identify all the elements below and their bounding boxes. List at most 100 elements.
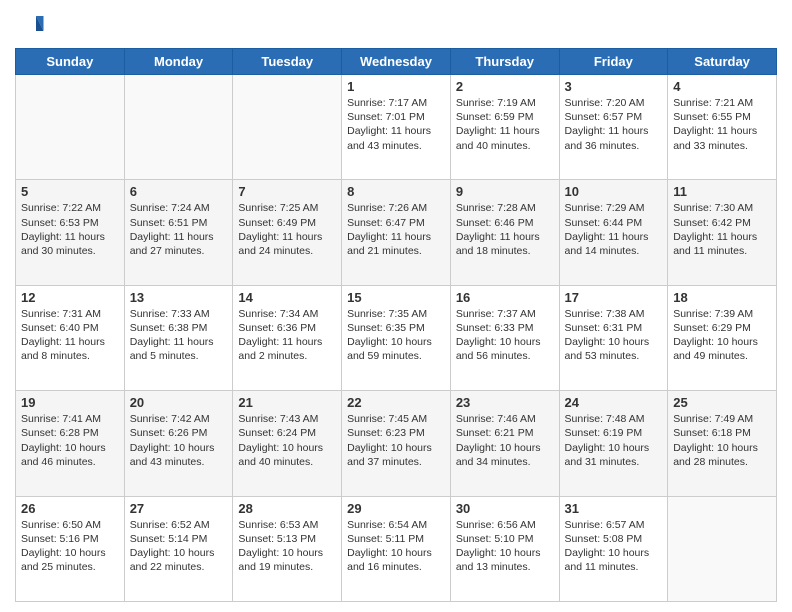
calendar-cell-4-0: 26 Sunrise: 6:50 AM Sunset: 5:16 PM Dayli… [16, 496, 125, 601]
day-info: Sunrise: 7:49 AM Sunset: 6:18 PM Dayligh… [673, 412, 771, 469]
day-info: Sunrise: 7:25 AM Sunset: 6:49 PM Dayligh… [238, 201, 336, 258]
day-info: Sunrise: 7:39 AM Sunset: 6:29 PM Dayligh… [673, 307, 771, 364]
day-info: Sunrise: 6:50 AM Sunset: 5:16 PM Dayligh… [21, 518, 119, 575]
calendar-cell-2-3: 15Sunrise: 7:35 AM Sunset: 6:35 PM Dayli… [342, 285, 451, 390]
day-number: 5 [21, 184, 119, 199]
day-info: Sunrise: 7:28 AM Sunset: 6:46 PM Dayligh… [456, 201, 554, 258]
calendar-cell-0-6: 4 Sunrise: 7:21 AM Sunset: 6:55 PM Daylig… [668, 75, 777, 180]
logo-icon [15, 10, 45, 40]
weekday-sunday: Sunday [16, 49, 125, 75]
day-number: 28 [238, 501, 336, 516]
day-info: Sunrise: 7:45 AM Sunset: 6:23 PM Dayligh… [347, 412, 445, 469]
weekday-thursday: Thursday [450, 49, 559, 75]
calendar-cell-3-4: 23 Sunrise: 7:46 AM Sunset: 6:21 PM Dayli… [450, 391, 559, 496]
calendar-cell-3-1: 20 Sunrise: 7:42 AM Sunset: 6:26 PM Dayli… [124, 391, 233, 496]
calendar-cell-0-0 [16, 75, 125, 180]
calendar-cell-0-2 [233, 75, 342, 180]
day-info: Sunrise: 7:26 AM Sunset: 6:47 PM Dayligh… [347, 201, 445, 258]
day-number: 20 [130, 395, 228, 410]
day-number: 18 [673, 290, 771, 305]
day-number: 11 [673, 184, 771, 199]
header [15, 10, 777, 40]
day-number: 1 [347, 79, 445, 94]
weekday-tuesday: Tuesday [233, 49, 342, 75]
calendar-cell-3-6: 25 Sunrise: 7:49 AM Sunset: 6:18 PM Dayli… [668, 391, 777, 496]
calendar-cell-2-5: 17 Sunrise: 7:38 AM Sunset: 6:31 PM Dayli… [559, 285, 668, 390]
day-info: Sunrise: 7:42 AM Sunset: 6:26 PM Dayligh… [130, 412, 228, 469]
calendar-cell-3-3: 22Sunrise: 7:45 AM Sunset: 6:23 PM Dayli… [342, 391, 451, 496]
calendar-cell-4-5: 31 Sunrise: 6:57 AM Sunset: 5:08 PM Dayli… [559, 496, 668, 601]
weekday-wednesday: Wednesday [342, 49, 451, 75]
day-number: 26 [21, 501, 119, 516]
calendar-cell-2-0: 12 Sunrise: 7:31 AM Sunset: 6:40 PM Dayli… [16, 285, 125, 390]
week-row-4: 26 Sunrise: 6:50 AM Sunset: 5:16 PM Dayli… [16, 496, 777, 601]
day-number: 7 [238, 184, 336, 199]
calendar-cell-1-3: 8 Sunrise: 7:26 AM Sunset: 6:47 PM Daylig… [342, 180, 451, 285]
weekday-saturday: Saturday [668, 49, 777, 75]
day-info: Sunrise: 7:24 AM Sunset: 6:51 PM Dayligh… [130, 201, 228, 258]
day-number: 19 [21, 395, 119, 410]
day-info: Sunrise: 7:30 AM Sunset: 6:42 PM Dayligh… [673, 201, 771, 258]
day-info: Sunrise: 7:38 AM Sunset: 6:31 PM Dayligh… [565, 307, 663, 364]
calendar-cell-4-3: 29Sunrise: 6:54 AM Sunset: 5:11 PM Dayli… [342, 496, 451, 601]
calendar-cell-1-2: 7 Sunrise: 7:25 AM Sunset: 6:49 PM Daylig… [233, 180, 342, 285]
day-info: Sunrise: 7:20 AM Sunset: 6:57 PM Dayligh… [565, 96, 663, 153]
day-info: Sunrise: 7:48 AM Sunset: 6:19 PM Dayligh… [565, 412, 663, 469]
day-number: 21 [238, 395, 336, 410]
calendar-cell-1-6: 11 Sunrise: 7:30 AM Sunset: 6:42 PM Dayli… [668, 180, 777, 285]
day-info: Sunrise: 6:56 AM Sunset: 5:10 PM Dayligh… [456, 518, 554, 575]
day-info: Sunrise: 6:57 AM Sunset: 5:08 PM Dayligh… [565, 518, 663, 575]
weekday-header-row: SundayMondayTuesdayWednesdayThursdayFrid… [16, 49, 777, 75]
calendar-cell-1-5: 10 Sunrise: 7:29 AM Sunset: 6:44 PM Dayli… [559, 180, 668, 285]
day-number: 25 [673, 395, 771, 410]
calendar-cell-0-4: 2 Sunrise: 7:19 AM Sunset: 6:59 PM Daylig… [450, 75, 559, 180]
calendar-cell-2-4: 16Sunrise: 7:37 AM Sunset: 6:33 PM Dayli… [450, 285, 559, 390]
day-info: Sunrise: 7:19 AM Sunset: 6:59 PM Dayligh… [456, 96, 554, 153]
weekday-friday: Friday [559, 49, 668, 75]
day-number: 29 [347, 501, 445, 516]
calendar-cell-4-4: 30 Sunrise: 6:56 AM Sunset: 5:10 PM Dayli… [450, 496, 559, 601]
day-number: 17 [565, 290, 663, 305]
day-info: Sunrise: 7:33 AM Sunset: 6:38 PM Dayligh… [130, 307, 228, 364]
day-number: 30 [456, 501, 554, 516]
day-info: Sunrise: 7:41 AM Sunset: 6:28 PM Dayligh… [21, 412, 119, 469]
week-row-2: 12 Sunrise: 7:31 AM Sunset: 6:40 PM Dayli… [16, 285, 777, 390]
day-number: 9 [456, 184, 554, 199]
calendar-cell-1-0: 5 Sunrise: 7:22 AM Sunset: 6:53 PM Daylig… [16, 180, 125, 285]
day-info: Sunrise: 7:46 AM Sunset: 6:21 PM Dayligh… [456, 412, 554, 469]
day-number: 14 [238, 290, 336, 305]
day-number: 3 [565, 79, 663, 94]
day-number: 4 [673, 79, 771, 94]
week-row-0: 1 Sunrise: 7:17 AM Sunset: 7:01 PM Daylig… [16, 75, 777, 180]
calendar-cell-1-1: 6Sunrise: 7:24 AM Sunset: 6:51 PM Daylig… [124, 180, 233, 285]
calendar-cell-2-2: 14Sunrise: 7:34 AM Sunset: 6:36 PM Dayli… [233, 285, 342, 390]
week-row-1: 5 Sunrise: 7:22 AM Sunset: 6:53 PM Daylig… [16, 180, 777, 285]
day-info: Sunrise: 7:43 AM Sunset: 6:24 PM Dayligh… [238, 412, 336, 469]
day-number: 10 [565, 184, 663, 199]
day-info: Sunrise: 6:52 AM Sunset: 5:14 PM Dayligh… [130, 518, 228, 575]
day-info: Sunrise: 7:35 AM Sunset: 6:35 PM Dayligh… [347, 307, 445, 364]
calendar-table: SundayMondayTuesdayWednesdayThursdayFrid… [15, 48, 777, 602]
day-info: Sunrise: 7:21 AM Sunset: 6:55 PM Dayligh… [673, 96, 771, 153]
calendar-cell-3-0: 19 Sunrise: 7:41 AM Sunset: 6:28 PM Dayli… [16, 391, 125, 496]
calendar-cell-1-4: 9 Sunrise: 7:28 AM Sunset: 6:46 PM Daylig… [450, 180, 559, 285]
day-info: Sunrise: 7:17 AM Sunset: 7:01 PM Dayligh… [347, 96, 445, 153]
day-number: 24 [565, 395, 663, 410]
day-number: 31 [565, 501, 663, 516]
calendar-cell-4-1: 27 Sunrise: 6:52 AM Sunset: 5:14 PM Dayli… [124, 496, 233, 601]
day-number: 2 [456, 79, 554, 94]
day-info: Sunrise: 7:31 AM Sunset: 6:40 PM Dayligh… [21, 307, 119, 364]
day-number: 27 [130, 501, 228, 516]
calendar-cell-4-2: 28 Sunrise: 6:53 AM Sunset: 5:13 PM Dayli… [233, 496, 342, 601]
calendar-cell-4-6 [668, 496, 777, 601]
calendar-cell-3-2: 21 Sunrise: 7:43 AM Sunset: 6:24 PM Dayli… [233, 391, 342, 496]
calendar-cell-2-6: 18 Sunrise: 7:39 AM Sunset: 6:29 PM Dayli… [668, 285, 777, 390]
day-info: Sunrise: 6:53 AM Sunset: 5:13 PM Dayligh… [238, 518, 336, 575]
day-info: Sunrise: 7:29 AM Sunset: 6:44 PM Dayligh… [565, 201, 663, 258]
day-info: Sunrise: 7:22 AM Sunset: 6:53 PM Dayligh… [21, 201, 119, 258]
day-number: 16 [456, 290, 554, 305]
calendar-cell-3-5: 24 Sunrise: 7:48 AM Sunset: 6:19 PM Dayli… [559, 391, 668, 496]
day-number: 8 [347, 184, 445, 199]
day-number: 23 [456, 395, 554, 410]
day-number: 12 [21, 290, 119, 305]
